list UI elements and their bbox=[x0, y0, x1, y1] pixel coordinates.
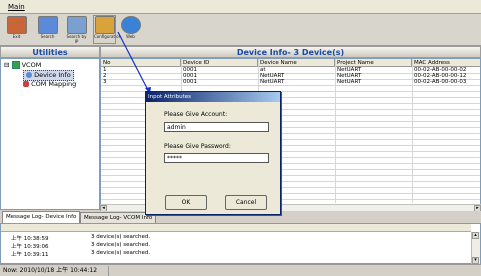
message-log-header bbox=[1, 224, 471, 232]
vertical-scrollbar[interactable]: ▴ ▾ bbox=[471, 232, 480, 264]
search-button[interactable]: Search bbox=[37, 16, 58, 43]
tree-item-vcom[interactable]: ⊟ VCOM bbox=[4, 61, 41, 70]
device-info-header: Device Info- 3 Device(s) bbox=[100, 46, 481, 58]
menu-bar: Main bbox=[0, 0, 481, 14]
status-bar: Now: 2010/10/18 上午 10:44:12 bbox=[0, 264, 481, 276]
message-log: 上午 10:38:59 3 device(s) searched. 上午 10:… bbox=[0, 223, 481, 264]
scroll-down-icon[interactable]: ▾ bbox=[472, 257, 479, 264]
column-header-device-id[interactable]: Device ID bbox=[181, 59, 258, 67]
checkbox-icon bbox=[11, 61, 20, 69]
exit-button[interactable]: Exit bbox=[6, 16, 27, 43]
password-field[interactable]: ***** bbox=[164, 153, 269, 163]
web-button[interactable]: Web bbox=[120, 16, 141, 43]
mapping-icon bbox=[23, 81, 29, 87]
ok-button[interactable]: OK bbox=[165, 195, 207, 210]
account-label: Please Give Account: bbox=[164, 111, 228, 118]
column-header-device-name[interactable]: Device Name bbox=[258, 59, 335, 67]
configuration-button[interactable]: Configuration bbox=[93, 15, 121, 44]
input-attributes-dialog: Inpot Attributes Please Give Account: ad… bbox=[145, 91, 281, 215]
column-header-mac-address[interactable]: MAC Address bbox=[412, 59, 480, 67]
collapse-icon[interactable]: ⊟ bbox=[4, 61, 9, 69]
status-time: Now: 2010/10/18 上午 10:44:12 bbox=[3, 267, 98, 274]
search-by-ip-button[interactable]: Search by IP bbox=[66, 16, 87, 44]
wrench-icon bbox=[94, 16, 115, 34]
column-header-no[interactable]: No bbox=[101, 59, 181, 67]
globe-icon bbox=[120, 16, 141, 34]
toolbar: Exit Search Search by IP Configuration W… bbox=[0, 14, 481, 46]
scroll-up-icon[interactable]: ▴ bbox=[472, 232, 479, 239]
account-field[interactable]: admin bbox=[164, 122, 269, 132]
device-icon bbox=[26, 72, 32, 78]
search-icon bbox=[37, 16, 58, 34]
column-header-project-name[interactable]: Project Name bbox=[335, 59, 412, 67]
tree-item-com-mapping[interactable]: COM Mapping bbox=[23, 80, 76, 89]
exit-icon bbox=[6, 16, 27, 34]
dialog-title: Inpot Attributes bbox=[146, 92, 280, 102]
password-label: Please Give Password: bbox=[164, 143, 231, 150]
utilities-header: Utilities bbox=[0, 46, 100, 58]
search-ip-icon bbox=[66, 16, 87, 34]
utilities-tree: ⊟ VCOM Device Info COM Mapping bbox=[0, 58, 100, 210]
menu-main[interactable]: Main bbox=[8, 3, 25, 11]
cancel-button[interactable]: Cancel bbox=[225, 195, 267, 210]
status-divider bbox=[108, 266, 109, 276]
